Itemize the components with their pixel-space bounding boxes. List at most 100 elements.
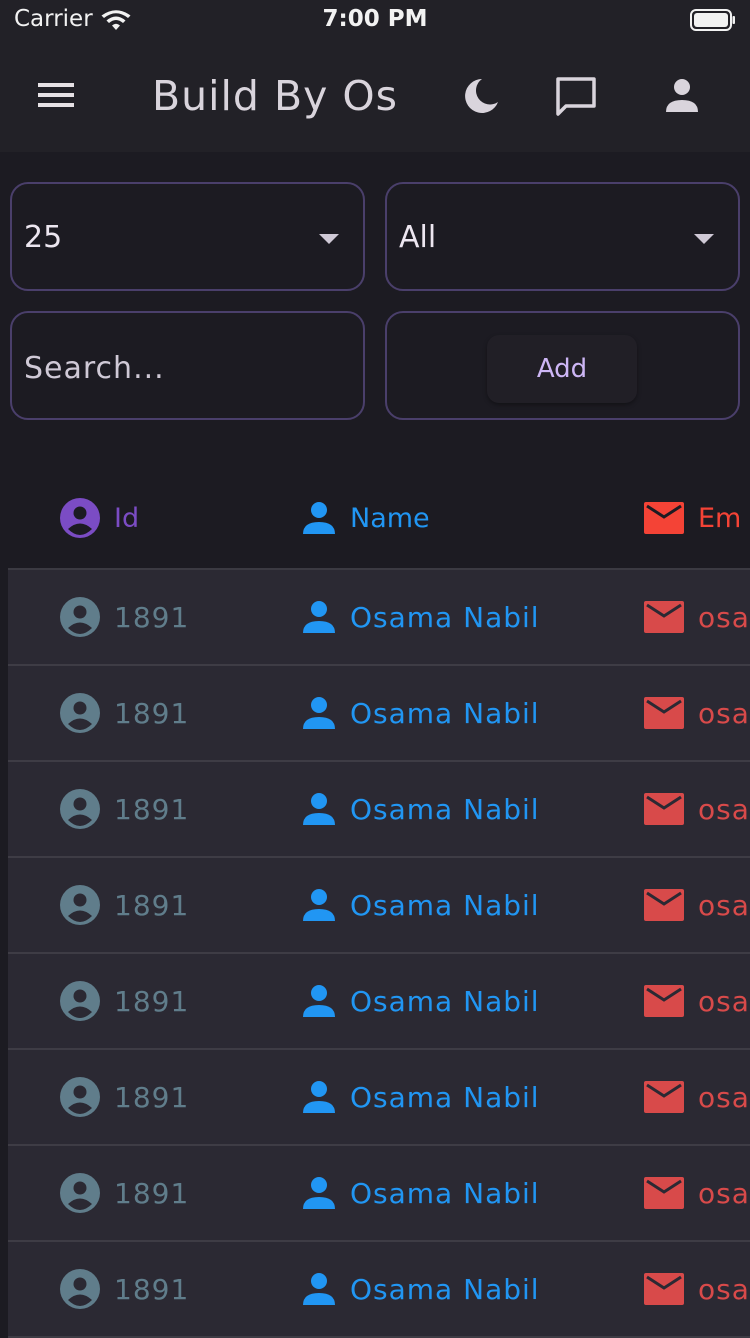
column-label: Em [698,502,742,534]
email-value: osa [698,1176,750,1210]
id-cell: 1891 [60,1146,189,1240]
email-cell: osa [644,570,750,664]
name-value: Osama Nabil [350,888,540,922]
mail-icon [644,889,684,921]
person-icon [303,697,335,729]
name-value: Osama Nabil [350,600,540,634]
battery-icon [690,9,735,31]
email-value: osa [698,1272,750,1306]
column-header-id[interactable]: Id [60,468,139,568]
email-value: osa [698,696,750,730]
name-cell: Osama Nabil [302,1050,540,1144]
id-value: 1891 [114,1176,190,1210]
mail-icon [644,985,684,1017]
person-icon [303,502,335,534]
dropdown-arrow-icon [694,234,714,244]
name-cell: Osama Nabil [302,858,540,952]
table-row[interactable]: 1891 Osama Nabil osa [8,666,750,762]
name-cell: Osama Nabil [302,954,540,1048]
email-value: osa [698,792,750,826]
mail-icon [644,793,684,825]
person-icon [303,1273,335,1305]
table-row[interactable]: 1891 Osama Nabil osa [8,954,750,1050]
email-cell: osa [644,666,750,760]
app-title: Build By Os [152,72,399,120]
search-input[interactable] [24,351,344,386]
person-icon [303,985,335,1017]
id-cell: 1891 [60,666,189,760]
moon-icon[interactable] [460,76,500,116]
name-value: Osama Nabil [350,1080,540,1114]
email-value: osa [698,984,750,1018]
table-row[interactable]: 1891 Osama Nabil osa [8,1146,750,1242]
id-cell: 1891 [60,1242,189,1336]
id-cell: 1891 [60,954,189,1048]
id-value: 1891 [114,984,190,1018]
email-cell: osa [644,1146,750,1240]
account-circle-icon [60,885,100,925]
email-cell: osa [644,1242,750,1336]
name-value: Osama Nabil [350,1272,540,1306]
account-circle-icon [60,693,100,733]
add-container: Add [385,311,740,420]
table-body: 1891 Osama Nabil osa 1891 Osama Nabil os… [8,570,750,1338]
table-row[interactable]: 1891 Osama Nabil osa [8,1242,750,1338]
chat-icon[interactable] [554,76,598,118]
name-cell: Osama Nabil [302,762,540,856]
page-size-dropdown[interactable]: 25 [10,182,365,291]
account-circle-icon [60,1077,100,1117]
table-row[interactable]: 1891 Osama Nabil osa [8,1050,750,1146]
column-header-name[interactable]: Name [302,468,430,568]
person-icon [303,793,335,825]
account-circle-icon [60,981,100,1021]
id-value: 1891 [114,696,190,730]
mail-icon [644,1273,684,1305]
email-value: osa [698,600,750,634]
column-header-email[interactable]: Em [644,468,741,568]
add-button[interactable]: Add [487,335,637,403]
mail-icon [644,502,684,534]
id-cell: 1891 [60,570,189,664]
category-dropdown[interactable]: All [385,182,740,291]
account-circle-icon [60,597,100,637]
clock: 7:00 PM [322,6,428,32]
mail-icon [644,601,684,633]
status-bar: Carrier 7:00 PM [0,0,750,42]
menu-icon[interactable] [36,79,76,111]
id-value: 1891 [114,1272,190,1306]
email-cell: osa [644,762,750,856]
column-label: Id [114,502,140,534]
column-label: Name [350,502,430,534]
name-value: Osama Nabil [350,1176,540,1210]
name-cell: Osama Nabil [302,666,540,760]
account-circle-icon [60,1269,100,1309]
email-cell: osa [644,954,750,1048]
id-cell: 1891 [60,1050,189,1144]
person-icon [303,601,335,633]
name-cell: Osama Nabil [302,1242,540,1336]
mail-icon [644,1081,684,1113]
account-circle-icon [60,789,100,829]
person-icon[interactable] [662,76,702,116]
search-field [10,311,365,420]
dropdown-arrow-icon [319,234,339,244]
table-row[interactable]: 1891 Osama Nabil osa [8,762,750,858]
mail-icon [644,1177,684,1209]
email-value: osa [698,1080,750,1114]
category-value: All [399,220,437,255]
name-value: Osama Nabil [350,792,540,826]
table-row[interactable]: 1891 Osama Nabil osa [8,858,750,954]
app-bar: Build By Os [0,42,750,152]
id-cell: 1891 [60,762,189,856]
person-icon [303,1081,335,1113]
email-value: osa [698,888,750,922]
id-value: 1891 [114,888,190,922]
id-value: 1891 [114,600,190,634]
table-row[interactable]: 1891 Osama Nabil osa [8,570,750,666]
person-icon [303,889,335,921]
table-header: Id Name Em [8,468,750,570]
email-cell: osa [644,1050,750,1144]
id-value: 1891 [114,1080,190,1114]
person-icon [303,1177,335,1209]
account-circle-icon [60,1173,100,1213]
